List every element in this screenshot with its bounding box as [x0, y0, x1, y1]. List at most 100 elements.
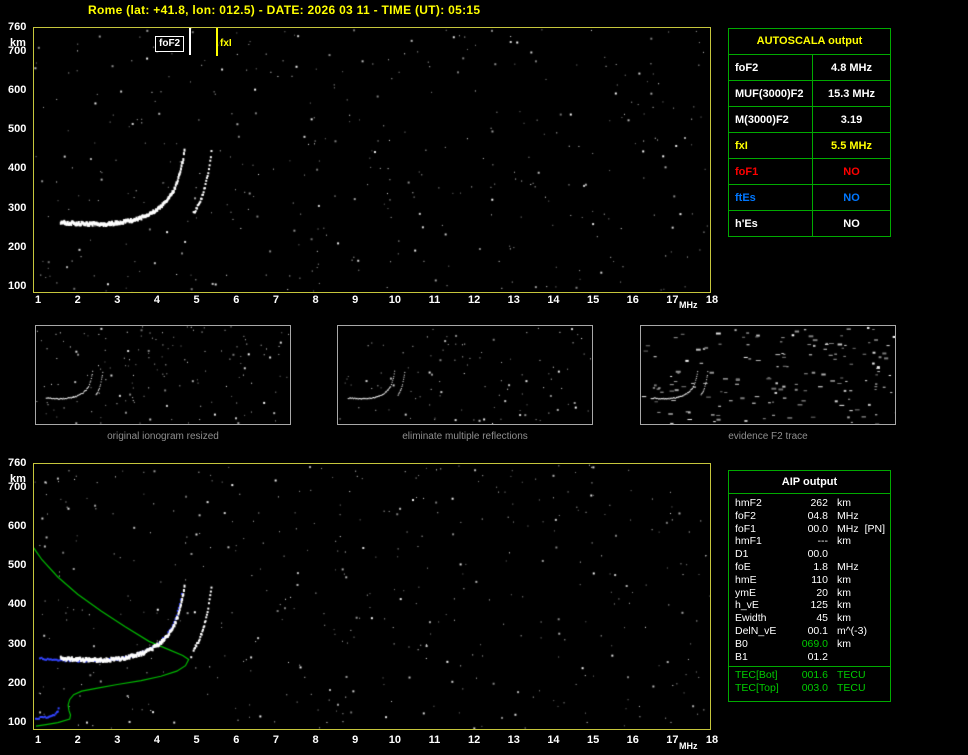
autoscala-table-row: h'Es NO	[729, 211, 890, 236]
aip-table-row: foF2 04.8 MHz	[729, 510, 890, 523]
parameter-label: TEC[Bot]	[735, 669, 778, 682]
x-axis-tick-label: 7	[272, 294, 279, 306]
aip-table-row: h_vE 125 km	[729, 599, 890, 612]
parameter-value: 00.1	[807, 624, 828, 637]
y-axis-unit-label: km	[10, 37, 26, 49]
parameter-unit: km	[837, 497, 851, 509]
x-axis-tick-label: 15	[586, 734, 600, 746]
parameter-label: TEC[Top]	[735, 682, 779, 695]
parameter-value: 069.0	[801, 637, 828, 650]
parameter-value: 262	[810, 497, 828, 509]
thumbnail-canvas-evidence	[641, 326, 895, 424]
parameter-value: 00.0	[807, 548, 828, 561]
autoscala-table-row: fxI 5.5 MHz	[729, 133, 890, 159]
thumbnail-canvas-reflections	[338, 326, 592, 424]
y-axis-tick-label: 300	[8, 201, 27, 214]
parameter-label: Ewidth	[735, 612, 767, 625]
x-axis-tick-label: 5	[193, 294, 200, 306]
autoscala-table-row: foF2 4.8 MHz	[729, 55, 890, 81]
x-axis-tick-label: 6	[233, 294, 240, 306]
x-axis-tick-label: 2	[74, 734, 81, 746]
x-axis-tick-label: 8	[312, 294, 319, 306]
parameter-label: MUF(3000)F2	[729, 81, 813, 106]
parameter-value: 110	[811, 573, 828, 586]
parameter-label: B1	[735, 650, 748, 663]
thumbnail-f2-trace-evidence	[640, 325, 896, 425]
x-axis-tick-label: 5	[193, 734, 200, 746]
y-axis-tick-label: 760	[8, 457, 27, 469]
x-axis-tick-label: 3	[114, 734, 121, 746]
parameter-unit: km	[837, 612, 851, 625]
x-axis-tick-label: 8	[312, 734, 319, 746]
thumbnail-multiple-reflections-removed	[337, 325, 593, 425]
x-axis-tick-label: 10	[388, 294, 401, 306]
autoscala-table-row: M(3000)F2 3.19	[729, 107, 890, 133]
parameter-label: hmF1	[735, 535, 762, 548]
parameter-unit: km	[837, 535, 851, 548]
y-axis-tick-label: 200	[8, 676, 27, 689]
thumbnail-caption: original ionogram resized	[107, 431, 219, 442]
y-axis-tick-label: 400	[8, 598, 27, 611]
parameter-label: ftEs	[729, 185, 813, 210]
aip-table-row: B0 069.0 km	[729, 638, 890, 651]
x-axis-tick-label: 14	[547, 734, 560, 746]
x-axis-tick-label: 14	[547, 294, 560, 306]
y-axis-tick-label: 300	[8, 637, 27, 650]
parameter-unit: TECU	[837, 682, 866, 695]
parameter-unit: m^(-3)	[837, 624, 868, 637]
aip-output-table: AIP output hmF2 262 km foF2 04.8 MHz foF1 00.0 M…	[728, 470, 891, 702]
parameter-unit: km	[837, 573, 851, 586]
x-axis-tick-label: 6	[233, 734, 240, 746]
parameter-unit: MHz	[837, 560, 859, 573]
aip-table-row: DelN_vE 00.1 m^(-3)	[729, 625, 890, 638]
x-axis-tick-label: 16	[626, 734, 639, 746]
aip-table-row: hmF1 --- km	[729, 535, 890, 548]
autoscala-output-table: AUTOSCALA output foF2 4.8 MHz MUF(3000)F2 1…	[728, 28, 891, 237]
ionogram-plot-bottom	[33, 463, 711, 730]
fxi-marker-line	[216, 28, 218, 56]
parameter-unit: km	[837, 637, 851, 650]
parameter-unit: MHz	[837, 522, 859, 535]
y-axis-tick-label: 400	[8, 162, 27, 175]
thumbnail-caption: eliminate multiple reflections	[402, 431, 528, 442]
aip-table-row: TEC[Top] 003.0 TECU	[729, 682, 890, 695]
parameter-value: 01.2	[807, 650, 828, 663]
header-title: Rome (lat: +41.8, lon: 012.5) - DATE: 20…	[88, 3, 481, 17]
parameter-label: foE	[735, 560, 751, 573]
parameter-value: 003.0	[801, 682, 828, 695]
fxi-marker-label: fxI	[220, 38, 232, 50]
autoscala-table-title: AUTOSCALA output	[729, 29, 890, 55]
x-axis-tick-label: 12	[468, 734, 481, 746]
parameter-label: M(3000)F2	[729, 107, 813, 132]
x-axis-tick-label: 12	[468, 294, 481, 306]
y-axis-tick-label: 100	[8, 715, 27, 728]
x-axis-unit-label: MHz	[679, 300, 698, 310]
aip-table-row: Ewidth 45 km	[729, 612, 890, 625]
parameter-value: NO	[843, 165, 860, 178]
aip-section-divider	[729, 666, 890, 668]
y-axis-tick-label: 200	[8, 240, 27, 253]
y-axis-tick-label: 500	[8, 559, 27, 572]
y-axis-tick-label: 760	[8, 21, 27, 33]
y-axis-tick-label: 600	[8, 83, 27, 96]
ionogram-canvas-top	[34, 28, 710, 292]
parameter-label: ymE	[735, 586, 756, 599]
parameter-value: 00.0	[807, 522, 828, 535]
parameter-value: 15.3 MHz	[827, 87, 876, 100]
autoscala-table-row: ftEs NO	[729, 185, 890, 211]
x-axis-unit-label: MHz	[679, 741, 698, 751]
parameter-value: 125	[810, 599, 828, 612]
x-axis-tick-label: 11	[428, 294, 441, 306]
x-axis-tick-label: 9	[352, 734, 359, 746]
parameter-label: foF2	[735, 509, 757, 522]
parameter-label: foF1	[735, 522, 757, 535]
x-axis-tick-label: 18	[705, 294, 719, 306]
aip-table-row: ymE 20 km	[729, 587, 890, 600]
parameter-value: NO	[843, 191, 860, 204]
autoscala-window: { "header": { "title": "Rome (lat: +41.8…	[0, 0, 968, 755]
x-axis-tick-label: 10	[388, 734, 401, 746]
fof2-marker-label: foF2	[155, 36, 185, 52]
thumbnail-caption: evidence F2 trace	[728, 431, 808, 442]
parameter-value: ---	[817, 535, 829, 548]
parameter-unit	[828, 651, 837, 664]
